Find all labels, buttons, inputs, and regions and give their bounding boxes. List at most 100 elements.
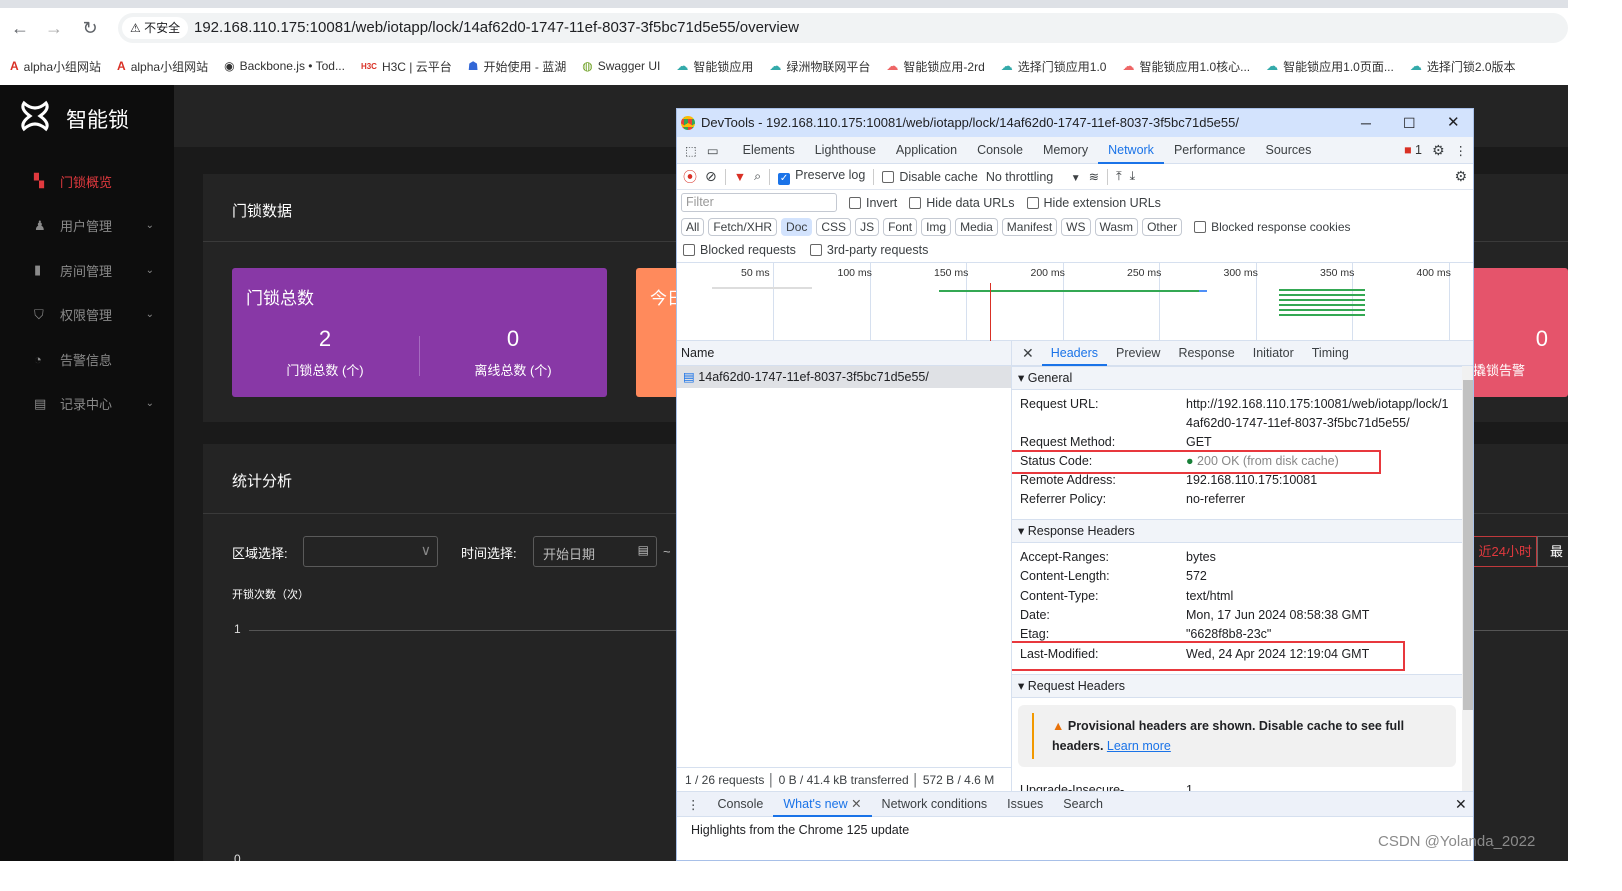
tab-preview[interactable]: Preview (1107, 341, 1169, 366)
invert-checkbox[interactable]: Invert (849, 196, 897, 210)
bookmark-item[interactable]: H3C H3C | 云平台 (361, 58, 452, 75)
blocked-response-cookies-checkbox[interactable]: Blocked response cookies (1194, 220, 1351, 234)
last-24h-button[interactable]: 近24小时 (1466, 536, 1537, 567)
import-har-icon[interactable]: ⤒ (1116, 169, 1122, 184)
bookmark-item[interactable]: ◍ Swagger UI (582, 59, 660, 73)
network-settings-icon[interactable]: ⚙ (1454, 168, 1473, 185)
sidebar-item[interactable]: ♟ 用户管理 ⌄ (34, 214, 154, 238)
type-filter-media[interactable]: Media (955, 218, 998, 236)
sidebar-item[interactable]: ▮ 房间管理 ⌄ (34, 258, 154, 282)
filter-input[interactable]: Filter (681, 193, 837, 212)
tab-memory[interactable]: Memory (1033, 137, 1098, 164)
issues-icon[interactable]: ■ 1 (1404, 143, 1422, 157)
drawer-tab-what-s-new[interactable]: What's new ✕ (773, 792, 872, 817)
inspect-element-icon[interactable]: ⬚ (677, 143, 703, 158)
y-tick: 1 (234, 622, 241, 636)
tab-performance[interactable]: Performance (1164, 137, 1256, 164)
sidebar-item[interactable]: ⛉ 权限管理 ⌄ (34, 303, 154, 327)
maximize-icon[interactable]: ☐ (1403, 109, 1416, 137)
bookmark-item[interactable]: ◉ Backbone.js • Tod... (224, 59, 345, 73)
tab-application[interactable]: Application (886, 137, 967, 164)
drawer-tab-console[interactable]: Console (708, 792, 774, 817)
header-row: Referrer Policy: no-referrer (1020, 490, 1460, 509)
type-filter-doc[interactable]: Doc (781, 218, 813, 236)
bookmark-item[interactable]: ☁ 选择门锁2.0版本 (1410, 58, 1516, 75)
tab-headers[interactable]: Headers (1041, 341, 1107, 366)
type-filter-fetch-xhr[interactable]: Fetch/XHR (708, 218, 778, 236)
close-tab-icon[interactable]: ✕ (848, 797, 861, 811)
sidebar-item[interactable]: ▤ 记录中心 ⌄ (34, 392, 154, 416)
sidebar-item[interactable]: ◔ 告警信息 (34, 347, 154, 371)
tab-console[interactable]: Console (967, 137, 1033, 164)
back-icon[interactable]: ← (8, 18, 32, 39)
scrollbar-thumb[interactable] (1463, 380, 1473, 710)
region-select[interactable]: ∨ (303, 536, 438, 567)
type-filter-wasm[interactable]: Wasm (1094, 218, 1139, 236)
name-column-header[interactable]: Name (677, 341, 1011, 366)
omnibox[interactable]: ⚠ 不安全 192.168.110.175:10081/web/iotapp/l… (118, 13, 1568, 43)
bookmark-item[interactable]: Aalpha小组网站 (117, 58, 208, 75)
hide-extension-urls-checkbox[interactable]: Hide extension URLs (1026, 196, 1161, 210)
forward-icon[interactable]: → (42, 18, 66, 39)
network-overview-timeline[interactable]: 50 ms 100 ms 150 ms 200 ms 250 ms 300 ms 350 m… (677, 262, 1473, 342)
export-har-icon[interactable]: ⤓ (1130, 169, 1136, 184)
tab-sources[interactable]: Sources (1256, 137, 1322, 164)
bookmark-item[interactable]: ☁ 选择门锁应用1.0 (1001, 58, 1107, 75)
bookmark-item[interactable]: ☗ 开始使用 - 蓝湖 (468, 58, 566, 75)
device-toolbar-icon[interactable]: ▭ (703, 143, 733, 158)
general-section-header[interactable]: ▾ General (1012, 366, 1462, 390)
reload-icon[interactable]: ↻ (78, 18, 102, 39)
bookmark-item[interactable]: ☁ 智能锁应用1.0页面... (1266, 58, 1394, 75)
drawer-tab-issues[interactable]: Issues (997, 792, 1053, 817)
record-icon[interactable]: ⦿ (683, 167, 697, 187)
scrollbar[interactable] (1462, 366, 1473, 791)
search-icon[interactable]: ⌕ (754, 169, 761, 184)
tab-timing[interactable]: Timing (1303, 341, 1358, 366)
drawer-tab-network-conditions[interactable]: Network conditions (872, 792, 998, 817)
more-icon[interactable]: ⋮ (1455, 143, 1474, 158)
third-party-checkbox[interactable]: 3rd-party requests (809, 243, 928, 257)
bookmark-item[interactable]: ☁ 绿洲物联网平台 (769, 58, 870, 75)
type-filter-js[interactable]: JS (855, 218, 880, 236)
disable-cache-checkbox[interactable]: Disable cache (882, 170, 978, 184)
preserve-log-checkbox[interactable]: ✓ Preserve log (778, 168, 865, 185)
blocked-requests-checkbox[interactable]: Blocked requests (683, 243, 796, 257)
type-filter-other[interactable]: Other (1142, 218, 1183, 236)
sidebar-item[interactable]: ▚ 门锁概览 (34, 169, 154, 193)
request-headers-section-header[interactable]: ▾ Request Headers (1012, 674, 1462, 698)
bookmark-item[interactable]: Aalpha小组网站 (10, 58, 101, 75)
close-detail-icon[interactable]: ✕ (1012, 345, 1042, 362)
close-drawer-icon[interactable]: ✕ (1455, 796, 1467, 813)
start-date-input[interactable]: 开始日期 ▤ (533, 536, 657, 567)
drawer-tab-search[interactable]: Search (1053, 792, 1113, 817)
type-filter-img[interactable]: Img (921, 218, 952, 236)
clear-icon[interactable]: ⊘ (705, 168, 717, 185)
bookmark-item[interactable]: ☁ 智能锁应用 (676, 58, 753, 75)
response-headers-section-header[interactable]: ▾ Response Headers (1012, 519, 1462, 543)
request-row[interactable]: ▤ 14af62d0-1747-11ef-8037-3f5bc71d5e55/ (677, 366, 1011, 388)
type-filter-font[interactable]: Font (883, 218, 918, 236)
type-filter-ws[interactable]: WS (1061, 218, 1091, 236)
tab-lighthouse[interactable]: Lighthouse (805, 137, 886, 164)
tab-network[interactable]: Network (1098, 137, 1164, 164)
tab-elements[interactable]: Elements (733, 137, 805, 164)
bookmark-item[interactable]: ☁ 智能锁应用-2rd (886, 58, 984, 75)
tab-response[interactable]: Response (1169, 341, 1243, 366)
drawer-menu-icon[interactable]: ⋮ (677, 797, 708, 812)
settings-icon[interactable]: ⚙ (1422, 142, 1455, 159)
filter-icon[interactable]: ▼ (734, 170, 746, 184)
type-filter-css[interactable]: CSS (816, 218, 852, 236)
url-text[interactable]: 192.168.110.175:10081/web/iotapp/lock/14… (194, 19, 799, 36)
bookmark-item[interactable]: ☁ 智能锁应用1.0核心... (1122, 58, 1250, 75)
type-filter-all[interactable]: All (681, 218, 705, 236)
minimize-icon[interactable]: ─ (1361, 109, 1371, 137)
hide-data-urls-checkbox[interactable]: Hide data URLs (909, 196, 1015, 210)
close-icon[interactable]: ✕ (1447, 109, 1460, 137)
tab-initiator[interactable]: Initiator (1244, 341, 1303, 366)
recent-button[interactable]: 最 (1537, 536, 1568, 567)
type-filter-manifest[interactable]: Manifest (1001, 218, 1058, 236)
learn-more-link[interactable]: Learn more (1107, 739, 1171, 753)
security-chip[interactable]: ⚠ 不安全 (122, 17, 189, 39)
network-conditions-icon[interactable]: ≋ (1089, 169, 1099, 184)
throttling-select[interactable]: No throttling ▼ (986, 170, 1081, 184)
